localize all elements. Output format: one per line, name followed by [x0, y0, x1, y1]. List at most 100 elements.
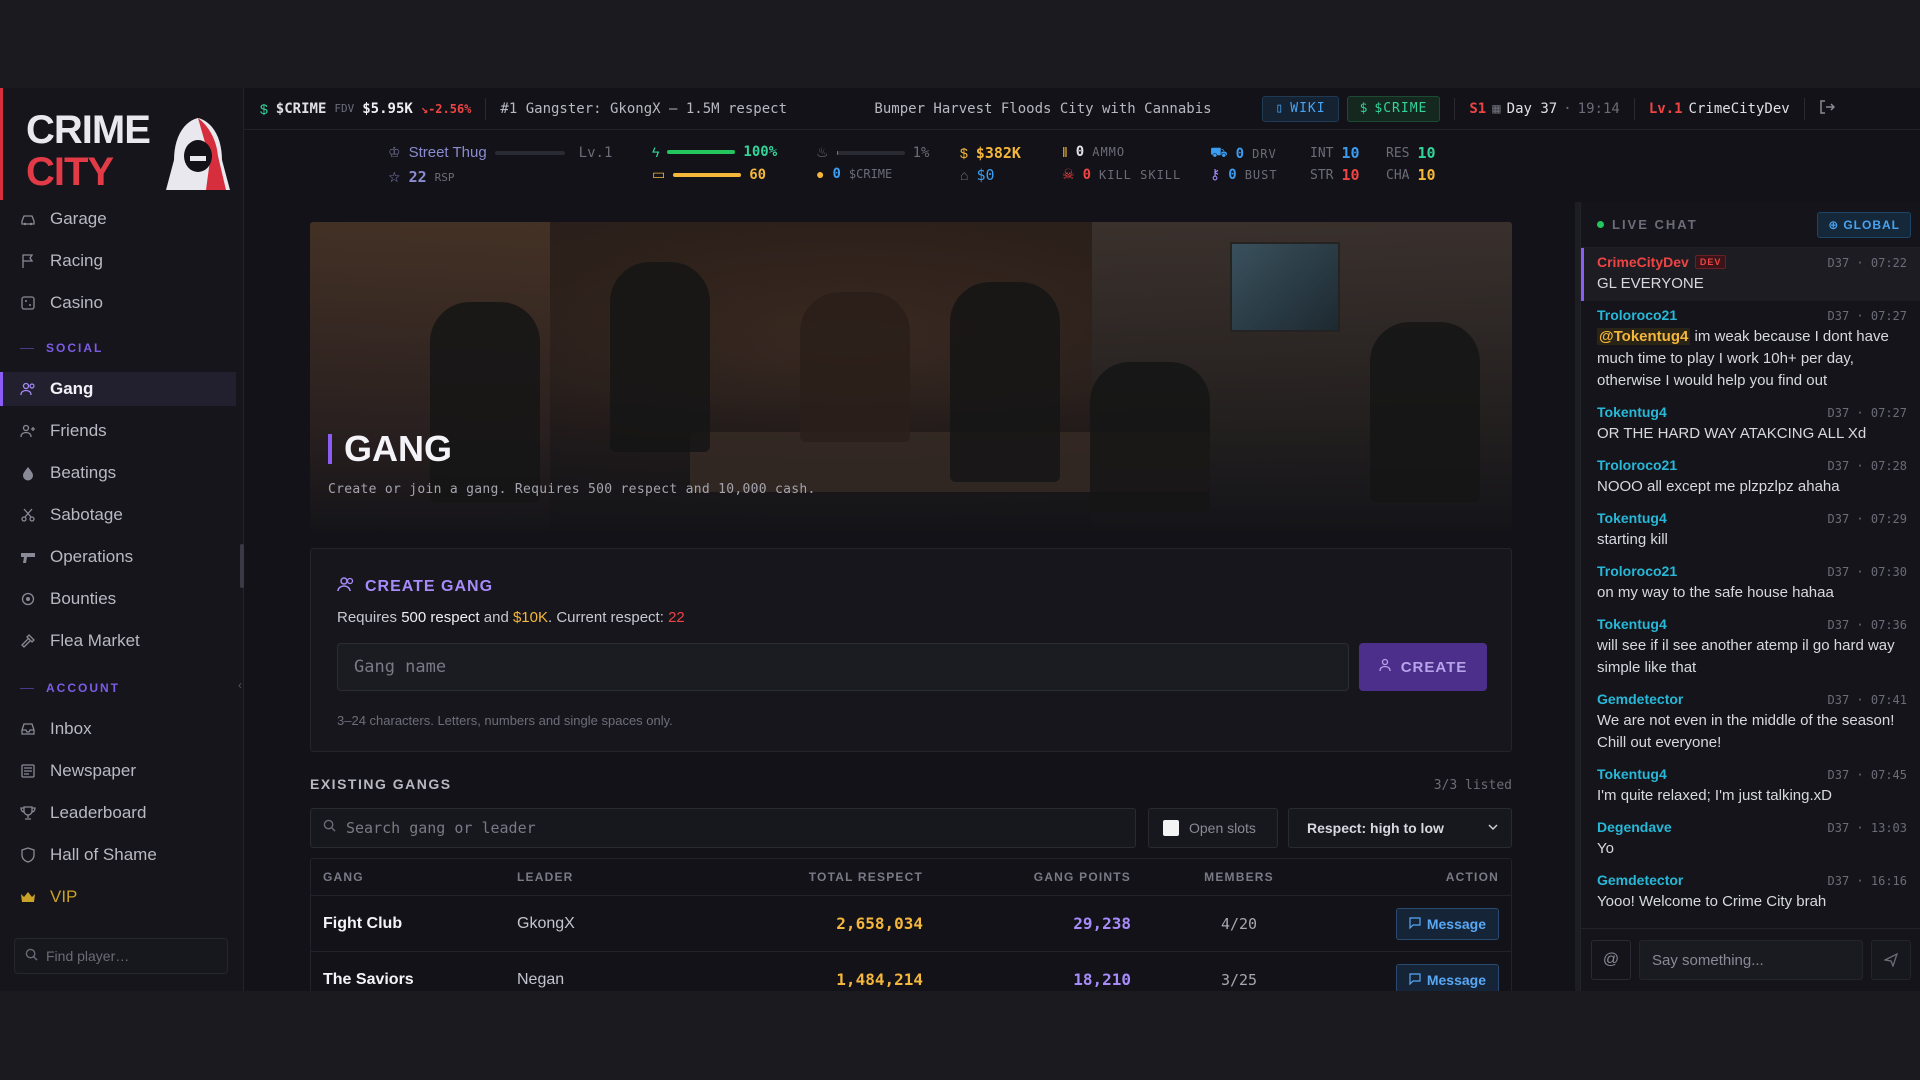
token-price[interactable]: $ $CRIME FDV $5.95K ↘-2.56%	[244, 101, 471, 117]
rank-name: Street Thug	[408, 144, 487, 161]
drv-value: 0	[1235, 145, 1245, 162]
chat-username[interactable]: Troloroco21	[1597, 563, 1677, 579]
chat-messages[interactable]: CrimeCityDev DEV D37 · 07:22 GL EVERYONE Tro…	[1581, 248, 1920, 926]
day: Day 37	[1506, 100, 1558, 117]
create-gang-button[interactable]: CREATE	[1359, 643, 1487, 691]
create-gang-heading: CREATE GANG	[337, 575, 493, 598]
chat-body: Yooo! Welcome to Crime City brah	[1597, 893, 1827, 910]
sidebar-item-vip[interactable]: VIP	[0, 880, 236, 914]
col-gang[interactable]: GANG	[323, 859, 364, 895]
sidebar-item-casino[interactable]: Casino	[0, 286, 236, 320]
hero-art-figure	[1370, 322, 1480, 502]
chat-username[interactable]: Troloroco21	[1597, 457, 1677, 473]
find-player-placeholder: Find player…	[46, 948, 130, 964]
hooded-figure-icon	[166, 118, 230, 190]
sidebar-item-garage[interactable]: Garage	[0, 202, 236, 236]
chat-username[interactable]: Tokentug4	[1597, 616, 1667, 632]
int-stat: INT 10	[1310, 144, 1360, 162]
sidebar-item-newspaper[interactable]: Newspaper	[0, 754, 236, 788]
sidebar-item-bounties[interactable]: Bounties	[0, 582, 236, 616]
existing-gangs-title: EXISTING GANGS	[310, 776, 452, 792]
respect-value: 22	[408, 168, 427, 186]
req-cash: $10K	[512, 609, 549, 626]
drv-stat: ⛟ 0 DRV	[1210, 144, 1277, 163]
chat-username[interactable]: Tokentug4	[1597, 404, 1667, 420]
global-channel-button[interactable]: ⊕ GLOBAL	[1817, 211, 1911, 238]
sidebar-item-leaderboard[interactable]: Leaderboard	[0, 796, 236, 830]
sidebar-item-beatings[interactable]: Beatings	[0, 456, 236, 490]
chat-username[interactable]: Tokentug4	[1597, 510, 1667, 526]
gang-leader[interactable]: GkongX	[517, 896, 575, 951]
create-requirements: Requires 500 respect and $10K. Current r…	[337, 609, 685, 626]
game-clock: S1 ▦ Day 37 · 19:14	[1469, 100, 1620, 117]
open-slots-filter[interactable]: Open slots	[1148, 808, 1278, 848]
calendar-icon: ▦	[1492, 100, 1501, 117]
gang-name[interactable]: The Saviors	[323, 952, 414, 991]
gang-search-input[interactable]	[346, 819, 1126, 837]
gang-members: 3/25	[1220, 970, 1258, 989]
gang-members: 4/20	[1220, 914, 1258, 933]
chat-username[interactable]: Troloroco21	[1597, 307, 1677, 323]
rank-stat[interactable]: ♔ Street Thug Lv.1	[388, 144, 612, 161]
sidebar-item-sabotage[interactable]: Sabotage	[0, 498, 236, 532]
sidebar-item-flea-market[interactable]: Flea Market	[0, 624, 236, 658]
trophy-icon	[20, 805, 36, 821]
chat-username[interactable]: Degendave	[1597, 819, 1672, 835]
col-leader[interactable]: LEADER	[517, 859, 574, 895]
bank-stat[interactable]: ⌂ $0	[960, 166, 995, 184]
create-button-label: CREATE	[1400, 658, 1468, 676]
chat-username[interactable]: CrimeCityDev	[1597, 254, 1689, 270]
cash-stat[interactable]: $ $382K	[960, 144, 1021, 162]
int-value: 10	[1341, 144, 1360, 162]
chat-text: on my way to the safe house hahaa	[1597, 582, 1907, 604]
gang-name[interactable]: Fight Club	[323, 896, 402, 951]
logo[interactable]: CRIME CITY	[26, 100, 236, 192]
col-gang-points[interactable]: GANG POINTS	[1034, 859, 1131, 895]
user-badge[interactable]: Lv.1 CrimeCityDev	[1649, 101, 1790, 117]
req-respect: 500 respect	[401, 609, 480, 626]
gang-leader[interactable]: Negan	[517, 952, 564, 991]
message-label: Message	[1426, 915, 1486, 932]
collapse-sidebar-icon[interactable]: ‹	[238, 678, 242, 692]
chat-username[interactable]: Tokentug4	[1597, 766, 1667, 782]
page-title: GANG	[328, 428, 452, 470]
top-bar: $ $CRIME FDV $5.95K ↘-2.56% #1 Gangster:…	[244, 88, 1920, 130]
chat-mention[interactable]: @Tokentug4	[1597, 328, 1691, 345]
sidebar-item-friends[interactable]: Friends	[0, 414, 236, 448]
open-slots-checkbox[interactable]	[1163, 820, 1179, 836]
sidebar-item-inbox[interactable]: Inbox	[0, 712, 236, 746]
sort-select[interactable]: Respect: high to low	[1288, 808, 1512, 848]
gang-name-input[interactable]	[337, 643, 1349, 691]
sidebar-item-racing[interactable]: Racing	[0, 244, 236, 278]
news-ticker[interactable]: #1 Gangster: GkongX — 1.5M respect •	[500, 101, 884, 117]
inbox-icon	[20, 721, 36, 737]
chat-username[interactable]: Gemdetector	[1597, 872, 1683, 888]
dice-icon	[20, 295, 36, 311]
message-button[interactable]: Message	[1395, 907, 1499, 940]
table-row[interactable]: Fight Club GkongX 2,658,034 29,238 4/20 Messa…	[311, 895, 1511, 951]
sidebar-item-label: Bounties	[50, 589, 117, 608]
sidebar-item-gang[interactable]: Gang	[0, 372, 236, 406]
chat-input[interactable]	[1639, 940, 1863, 980]
bust-label: BUST	[1244, 167, 1278, 182]
chat-text: NOOO all except me plzpzlpz ahaha	[1597, 476, 1907, 498]
sidebar-item-hall-of-shame[interactable]: Hall of Shame	[0, 838, 236, 872]
message-button[interactable]: Message	[1395, 963, 1499, 991]
logout-icon[interactable]	[1819, 99, 1835, 118]
sidebar-item-label: Leaderboard	[50, 803, 147, 822]
table-row[interactable]: The Saviors Negan 1,484,214 18,210 3/25 Messa…	[311, 951, 1511, 991]
send-button[interactable]	[1871, 940, 1911, 980]
chat-username[interactable]: Gemdetector	[1597, 691, 1683, 707]
respect-unit: RSP	[434, 170, 455, 184]
sidebar-item-operations[interactable]: Operations	[0, 540, 236, 574]
skull-icon: ☠	[1062, 166, 1075, 182]
find-player-field[interactable]: Find player…	[14, 938, 228, 974]
cha-value: 10	[1417, 166, 1436, 184]
wiki-button[interactable]: ▯ WIKI	[1262, 95, 1339, 122]
col-members[interactable]: MEMBERS	[1203, 859, 1275, 895]
crime-token-button[interactable]: $ $CRIME	[1346, 95, 1441, 122]
gang-search-field[interactable]	[310, 808, 1136, 848]
bank-value: $0	[976, 166, 995, 184]
mention-button[interactable]: @	[1591, 940, 1631, 980]
col-total-respect[interactable]: TOTAL RESPECT	[809, 859, 923, 895]
